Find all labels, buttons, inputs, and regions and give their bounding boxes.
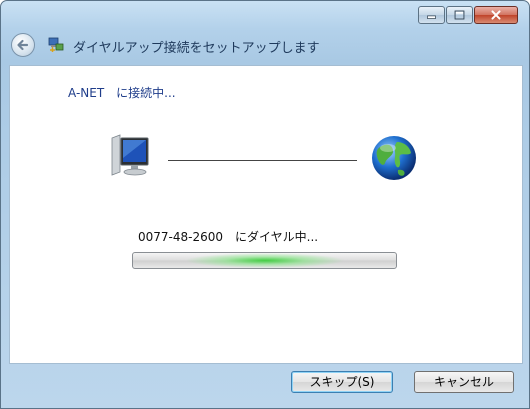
network-connection-icon bbox=[48, 37, 64, 52]
minimize-icon bbox=[427, 15, 436, 19]
maximize-button[interactable] bbox=[446, 6, 473, 24]
button-bar: スキップ(S) キャンセル bbox=[1, 363, 529, 408]
dialing-progress-bar bbox=[132, 252, 397, 269]
close-button[interactable] bbox=[474, 6, 518, 24]
close-icon bbox=[491, 10, 501, 20]
wizard-window: ダイヤルアップ接続をセットアップします A-NET に接続中... 0077-4… bbox=[0, 0, 530, 409]
computer-icon bbox=[111, 134, 149, 176]
skip-button[interactable]: スキップ(S) bbox=[291, 371, 393, 393]
connecting-status: A-NET に接続中... bbox=[68, 86, 176, 100]
cancel-button[interactable]: キャンセル bbox=[414, 371, 514, 393]
caption-buttons bbox=[418, 6, 518, 24]
dialing-status: 0077-48-2600 にダイヤル中... bbox=[138, 230, 319, 244]
globe-icon bbox=[372, 136, 416, 180]
wizard-title: ダイヤルアップ接続をセットアップします bbox=[73, 41, 320, 56]
back-button[interactable] bbox=[11, 33, 35, 57]
content-panel: A-NET に接続中... 0077-48-2600 にダイヤル中... bbox=[9, 65, 523, 364]
maximize-icon bbox=[454, 10, 465, 20]
connection-line bbox=[168, 160, 357, 161]
minimize-button[interactable] bbox=[418, 6, 445, 24]
title-bar[interactable] bbox=[1, 1, 529, 31]
back-arrow-icon bbox=[17, 39, 29, 51]
progress-fill bbox=[185, 253, 345, 268]
